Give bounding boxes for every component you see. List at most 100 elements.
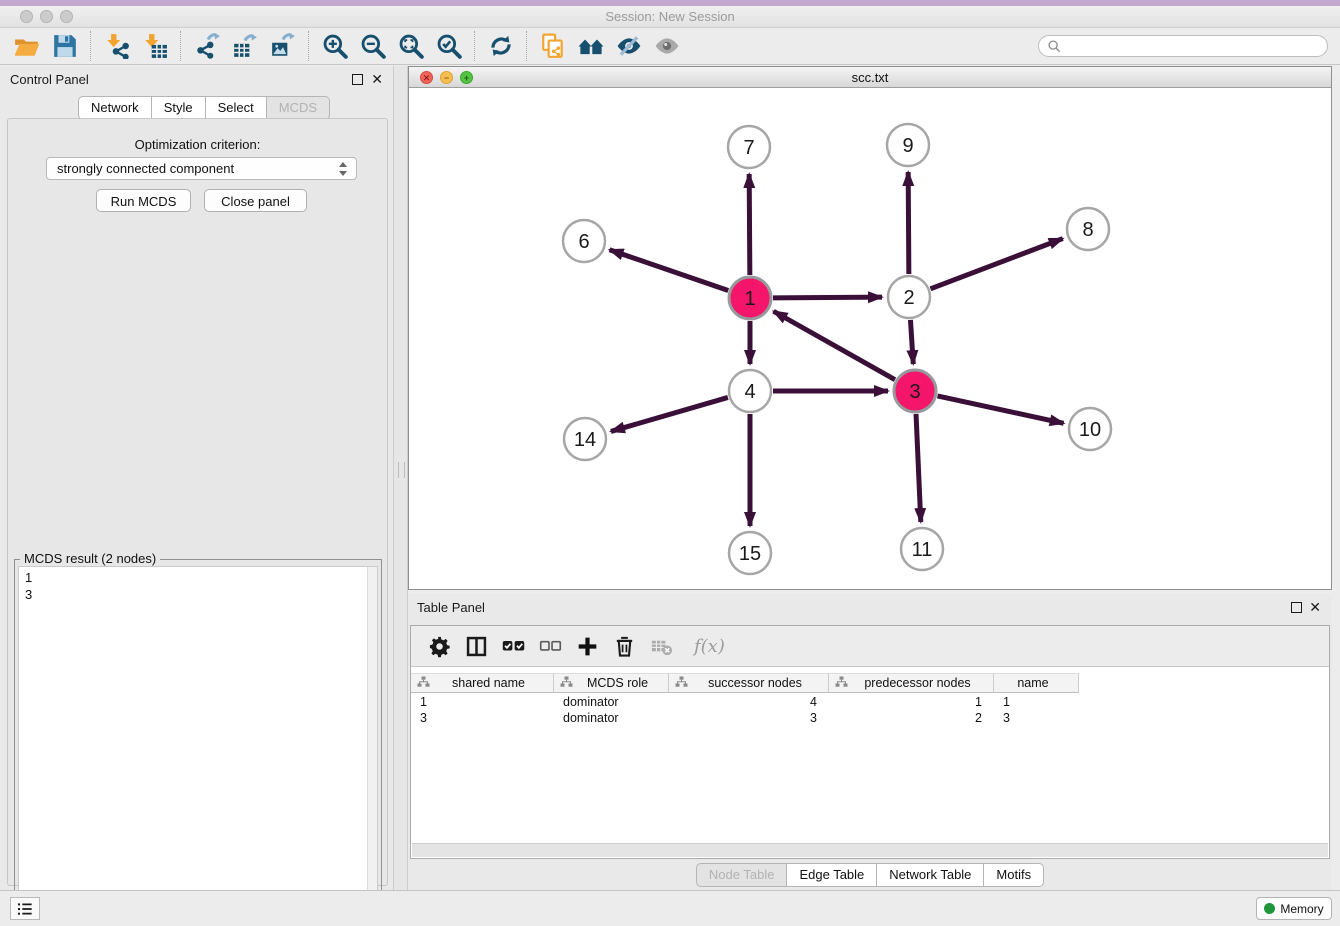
- export-table-button[interactable]: [226, 30, 264, 62]
- column-header-name[interactable]: name: [994, 673, 1079, 693]
- graph-node-label: 1: [744, 288, 755, 310]
- copy-view-button[interactable]: [534, 30, 572, 62]
- memory-status-icon: [1264, 903, 1275, 914]
- mcds-result-textarea[interactable]: 13: [18, 566, 378, 926]
- graph-node-label: 9: [902, 135, 913, 157]
- show-all-button[interactable]: [648, 30, 686, 62]
- search-field[interactable]: [1038, 35, 1328, 57]
- table-cell[interactable]: 3: [411, 711, 554, 727]
- vertical-splitter[interactable]: [393, 66, 408, 890]
- columns-button[interactable]: [458, 630, 495, 662]
- show-all-icon: [654, 33, 680, 59]
- graph-node-3[interactable]: 3: [894, 370, 936, 412]
- graph-node-label: 10: [1079, 419, 1101, 441]
- control-panel-float-button[interactable]: [352, 74, 363, 85]
- table-tab-edge-table[interactable]: Edge Table: [787, 863, 877, 887]
- graph-edge-2-8[interactable]: [931, 239, 1063, 289]
- save-session-button[interactable]: [46, 30, 84, 62]
- table-cell[interactable]: dominator: [554, 695, 669, 711]
- home-views-button[interactable]: [572, 30, 610, 62]
- table-cell[interactable]: 3: [994, 711, 1079, 727]
- table-tab-node-table[interactable]: Node Table: [696, 863, 788, 887]
- delete-table-button[interactable]: [643, 630, 680, 662]
- control-tab-style[interactable]: Style: [152, 96, 206, 120]
- table-panel-close-button[interactable]: ✕: [1309, 602, 1321, 613]
- select-all-button[interactable]: [495, 630, 532, 662]
- control-panel-header: Control Panel ✕: [0, 66, 393, 94]
- graph-edge-2-9[interactable]: [908, 172, 909, 274]
- task-history-button[interactable]: [10, 897, 40, 920]
- mcds-result-scrollbar[interactable]: [367, 567, 377, 926]
- open-file-icon: [14, 33, 40, 59]
- network-window-titlebar[interactable]: ✕ − + scc.txt: [409, 67, 1331, 88]
- graph-node-11[interactable]: 11: [901, 528, 943, 570]
- criterion-selected-value: strongly connected component: [57, 161, 234, 176]
- table-cell[interactable]: 1: [994, 695, 1079, 711]
- graph-node-4[interactable]: 4: [729, 370, 771, 412]
- settings-button[interactable]: [421, 630, 458, 662]
- deselect-all-button[interactable]: [532, 630, 569, 662]
- hide-selected-button[interactable]: [610, 30, 648, 62]
- zoom-fit-button[interactable]: [392, 30, 430, 62]
- graph-node-2[interactable]: 2: [888, 276, 930, 318]
- control-tab-select[interactable]: Select: [206, 96, 267, 120]
- graph-edge-1-6[interactable]: [610, 250, 729, 291]
- import-table-button[interactable]: [136, 30, 174, 62]
- table-cell[interactable]: 2: [829, 711, 994, 727]
- graph-edge-3-1[interactable]: [774, 311, 895, 379]
- table-cell[interactable]: 4: [669, 695, 829, 711]
- table-cell[interactable]: 3: [669, 711, 829, 727]
- control-tab-network[interactable]: Network: [78, 96, 152, 120]
- graph-node-15[interactable]: 15: [729, 532, 771, 574]
- function-builder-button[interactable]: f(x): [688, 635, 731, 658]
- control-panel-close-button[interactable]: ✕: [371, 74, 383, 85]
- table-row[interactable]: 1dominator411: [411, 695, 1079, 711]
- network-graph-canvas[interactable]: 7 9 6 8 1 2 4 3 14 10 15 11: [409, 88, 1331, 589]
- graph-node-8[interactable]: 8: [1067, 208, 1109, 250]
- table-panel-float-button[interactable]: [1291, 602, 1302, 613]
- search-input[interactable]: [1066, 38, 1319, 54]
- run-mcds-button[interactable]: Run MCDS: [96, 189, 191, 212]
- graph-edge-1-2[interactable]: [773, 297, 882, 298]
- import-network-icon: [104, 33, 130, 59]
- export-image-button[interactable]: [264, 30, 302, 62]
- table-tab-motifs[interactable]: Motifs: [984, 863, 1044, 887]
- table-horizontal-scrollbar[interactable]: [412, 843, 1328, 857]
- criterion-select[interactable]: strongly connected component: [46, 157, 357, 180]
- zoom-in-button[interactable]: [316, 30, 354, 62]
- open-file-button[interactable]: [8, 30, 46, 62]
- graph-edge-1-7[interactable]: [749, 174, 750, 275]
- zoom-fit-icon: [398, 33, 424, 59]
- import-network-button[interactable]: [98, 30, 136, 62]
- table-cell[interactable]: 1: [411, 695, 554, 711]
- column-header-successor-nodes[interactable]: successor nodes: [669, 673, 829, 693]
- graph-node-7[interactable]: 7: [728, 126, 770, 168]
- graph-edge-2-3[interactable]: [910, 320, 913, 364]
- graph-edge-4-14[interactable]: [611, 397, 728, 431]
- graph-edge-3-10[interactable]: [937, 396, 1063, 423]
- graph-edge-3-11[interactable]: [916, 414, 921, 522]
- control-tab-mcds[interactable]: MCDS: [267, 96, 330, 120]
- memory-button[interactable]: Memory: [1256, 897, 1332, 920]
- table-cell[interactable]: 1: [829, 695, 994, 711]
- add-row-button[interactable]: [569, 630, 606, 662]
- optimization-criterion-label: Optimization criterion:: [8, 137, 387, 152]
- graph-node-10[interactable]: 10: [1069, 408, 1111, 450]
- graph-node-6[interactable]: 6: [563, 220, 605, 262]
- export-network-button[interactable]: [188, 30, 226, 62]
- column-header-MCDS-role[interactable]: MCDS role: [554, 673, 669, 693]
- column-header-predecessor-nodes[interactable]: predecessor nodes: [829, 673, 994, 693]
- graph-node-9[interactable]: 9: [887, 124, 929, 166]
- refresh-view-icon: [488, 33, 514, 59]
- table-row[interactable]: 3dominator323: [411, 711, 1079, 727]
- zoom-out-button[interactable]: [354, 30, 392, 62]
- table-tab-network-table[interactable]: Network Table: [877, 863, 984, 887]
- refresh-view-button[interactable]: [482, 30, 520, 62]
- delete-row-button[interactable]: [606, 630, 643, 662]
- graph-node-1[interactable]: 1: [729, 277, 771, 319]
- column-header-shared-name[interactable]: shared name: [411, 673, 554, 693]
- zoom-selected-button[interactable]: [430, 30, 468, 62]
- graph-node-14[interactable]: 14: [564, 418, 606, 460]
- table-cell[interactable]: dominator: [554, 711, 669, 727]
- close-panel-button[interactable]: Close panel: [204, 189, 307, 212]
